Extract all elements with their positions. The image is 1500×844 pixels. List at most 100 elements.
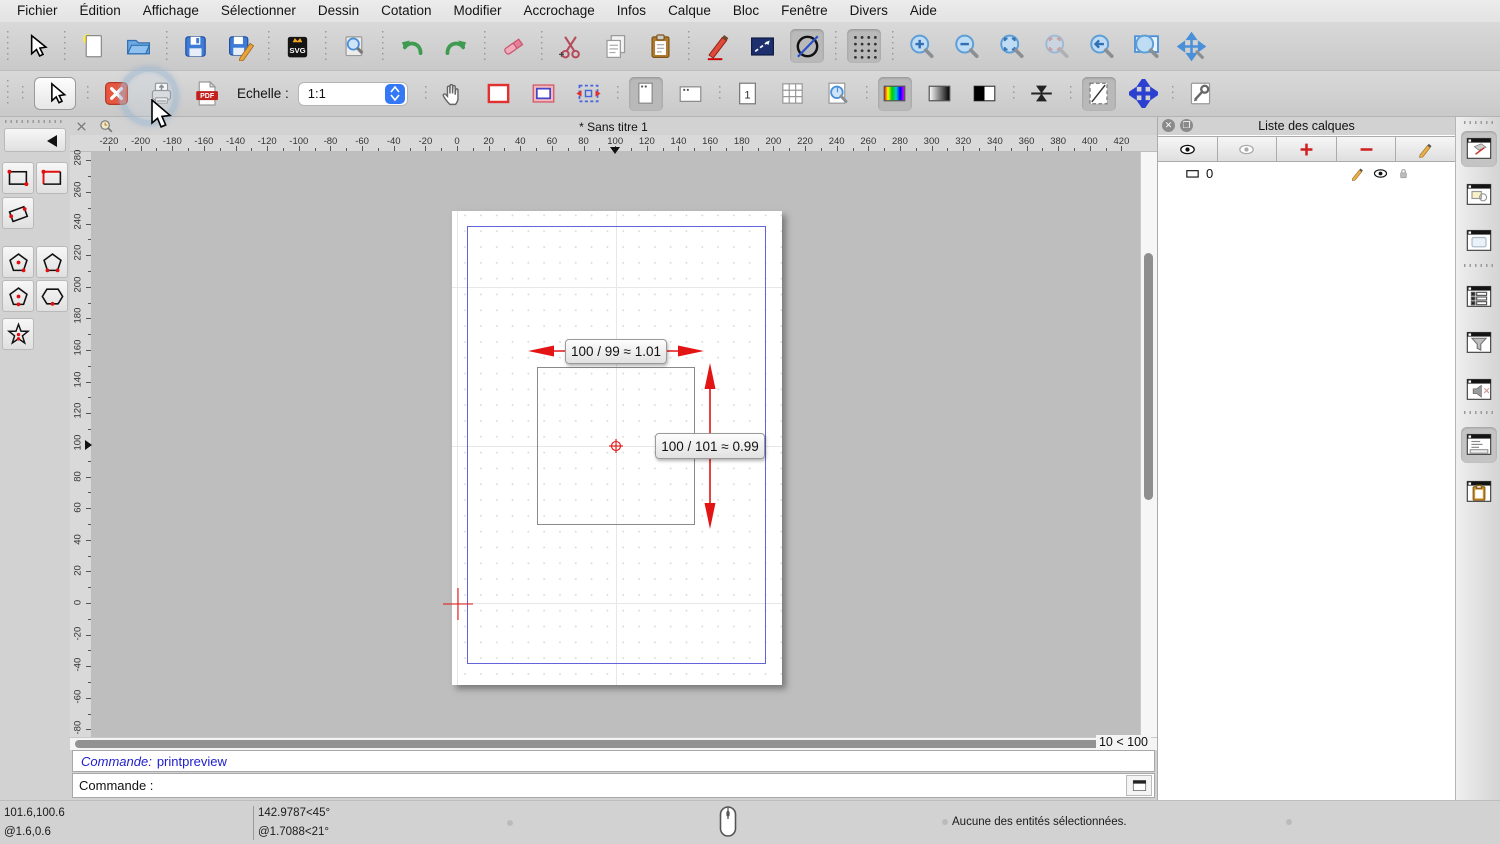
block-list-dock-button[interactable] (1461, 177, 1497, 213)
move-paper-cross-button[interactable] (1127, 77, 1161, 111)
save-button[interactable] (178, 29, 212, 63)
menu-infos[interactable]: Infos (606, 0, 657, 22)
add-layer-button[interactable] (1276, 136, 1337, 162)
export-pdf-button[interactable]: PDF (189, 77, 223, 111)
select-cursor2-button[interactable] (34, 77, 76, 110)
layer-row[interactable]: 0 (1158, 163, 1456, 184)
rect-rotated-button[interactable] (2, 197, 34, 229)
edit-layer-button[interactable] (1395, 136, 1456, 162)
modify-layer-icon[interactable] (1349, 165, 1366, 182)
layer-list-dock-button[interactable] (1461, 131, 1497, 167)
preview-settings-button[interactable] (1184, 77, 1218, 111)
cut-button[interactable] (553, 29, 587, 63)
menu-accrochage[interactable]: Accrochage (512, 0, 605, 22)
menu-affichage[interactable]: Affichage (132, 0, 210, 22)
menu-modifier[interactable]: Modifier (442, 0, 512, 22)
zoom-in-button[interactable] (904, 29, 938, 63)
menu-fichier[interactable]: Fichier (6, 0, 69, 22)
back-button[interactable] (4, 128, 66, 152)
command-options-dock-button[interactable] (1461, 279, 1497, 315)
undo-button[interactable] (394, 29, 428, 63)
menu-aide[interactable]: Aide (899, 0, 948, 22)
pan-hand-button[interactable] (437, 77, 471, 111)
open-file-button[interactable] (121, 29, 155, 63)
command-input[interactable]: Commande : (72, 773, 1155, 798)
vertical-scrollbar[interactable] (1140, 152, 1157, 737)
fit-paper-button[interactable] (572, 77, 606, 111)
new-document-button[interactable] (76, 29, 110, 63)
selection-filter-dock-button[interactable] (1461, 325, 1497, 361)
rect-corner-size-button[interactable] (36, 162, 68, 194)
status-dot (507, 820, 513, 826)
color-mode-button[interactable] (877, 76, 912, 111)
zoom-window-button[interactable] (1129, 29, 1163, 63)
drawing-area[interactable]: 100 / 99 ≈ 1.01 100 / 101 ≈ 0.99 (92, 152, 1140, 737)
freeze-all-layers-button[interactable] (1216, 136, 1278, 162)
grayscale-mode-button[interactable] (923, 77, 957, 111)
orientation-landscape-button[interactable] (674, 77, 708, 111)
layer-visible-icon[interactable] (1372, 165, 1389, 182)
pen-edit-button[interactable] (700, 29, 734, 63)
polygon-center-vertex-icon (8, 252, 28, 272)
redo-button[interactable] (439, 29, 473, 63)
ruler-tick (88, 587, 91, 589)
toolbar-handle (6, 80, 9, 107)
menu-divers[interactable]: Divers (839, 0, 899, 22)
polygon-center-side-button[interactable] (2, 280, 34, 312)
zoom-pan-button[interactable] (1174, 29, 1208, 63)
menu-dessin[interactable]: Dessin (307, 0, 370, 22)
center-plot-button[interactable] (1025, 77, 1059, 111)
defreeze-all-layers-button[interactable] (1157, 136, 1218, 162)
delete-eraser-button[interactable] (496, 29, 530, 63)
zoom-auto-button[interactable] (994, 29, 1028, 63)
library-browser-dock-button[interactable] (1461, 223, 1497, 259)
polygon-2-vertices-button[interactable] (36, 246, 68, 278)
grid-dots-button[interactable] (847, 29, 881, 63)
polygon-center-vertex-button[interactable] (2, 246, 34, 278)
polygon-inscribed-button[interactable] (36, 280, 68, 312)
rect-2-corners-button[interactable] (2, 162, 34, 194)
ruler-tick (251, 148, 253, 151)
menu-cotation[interactable]: Cotation (370, 0, 442, 22)
horizontal-scrollbar-thumb[interactable] (75, 740, 1133, 748)
line-attributes-button[interactable] (745, 29, 779, 63)
paper-border-button[interactable] (482, 77, 516, 111)
export-svg-button[interactable]: SVG (280, 29, 314, 63)
horizontal-scrollbar[interactable] (70, 737, 1157, 750)
select-cursor-button[interactable] (19, 29, 53, 63)
paper-margins-button[interactable] (527, 77, 561, 111)
save-as-button[interactable] (223, 29, 257, 63)
zoom-previous-button[interactable] (1084, 29, 1118, 63)
vertical-scrollbar-thumb[interactable] (1144, 253, 1153, 500)
menu-edition[interactable]: Édition (69, 0, 132, 22)
command-line-dock-button[interactable] (1461, 427, 1497, 463)
single-page-button[interactable]: 1 (731, 77, 765, 111)
menu-selectionner[interactable]: Sélectionner (210, 0, 307, 22)
star-shape-button[interactable] (2, 318, 34, 350)
clipboard-dock-button[interactable] (1461, 474, 1497, 510)
paste-button[interactable] (643, 29, 677, 63)
fixed-paper-button[interactable] (1081, 76, 1116, 111)
layer-lock-icon[interactable] (1395, 165, 1412, 182)
zoom-out-button[interactable] (949, 29, 983, 63)
plugins-dock-button[interactable] (1461, 372, 1497, 408)
copy-button[interactable] (598, 29, 632, 63)
blackwhite-mode-button[interactable] (968, 77, 1002, 111)
circle-line-button[interactable] (790, 29, 824, 63)
layer-name: 0 (1206, 166, 1214, 181)
menu-fenetre[interactable]: Fenêtre (770, 0, 839, 22)
remove-layer-button[interactable] (1335, 136, 1397, 162)
scale-select[interactable]: 1:1 (297, 81, 408, 106)
zoom-page-button[interactable] (821, 77, 855, 111)
menu-calque[interactable]: Calque (657, 0, 722, 22)
orientation-portrait-button[interactable] (628, 76, 663, 111)
stepper-icon[interactable] (384, 83, 405, 104)
ruler-tick (86, 603, 91, 604)
menu-bloc[interactable]: Bloc (722, 0, 770, 22)
multi-pages-button[interactable] (776, 77, 810, 111)
ruler-tick (267, 146, 269, 151)
print-preview-button[interactable] (337, 29, 371, 63)
ruler-tick (836, 146, 838, 151)
command-panel-button[interactable] (1126, 775, 1152, 796)
zoom-selected-button[interactable] (1039, 29, 1073, 63)
